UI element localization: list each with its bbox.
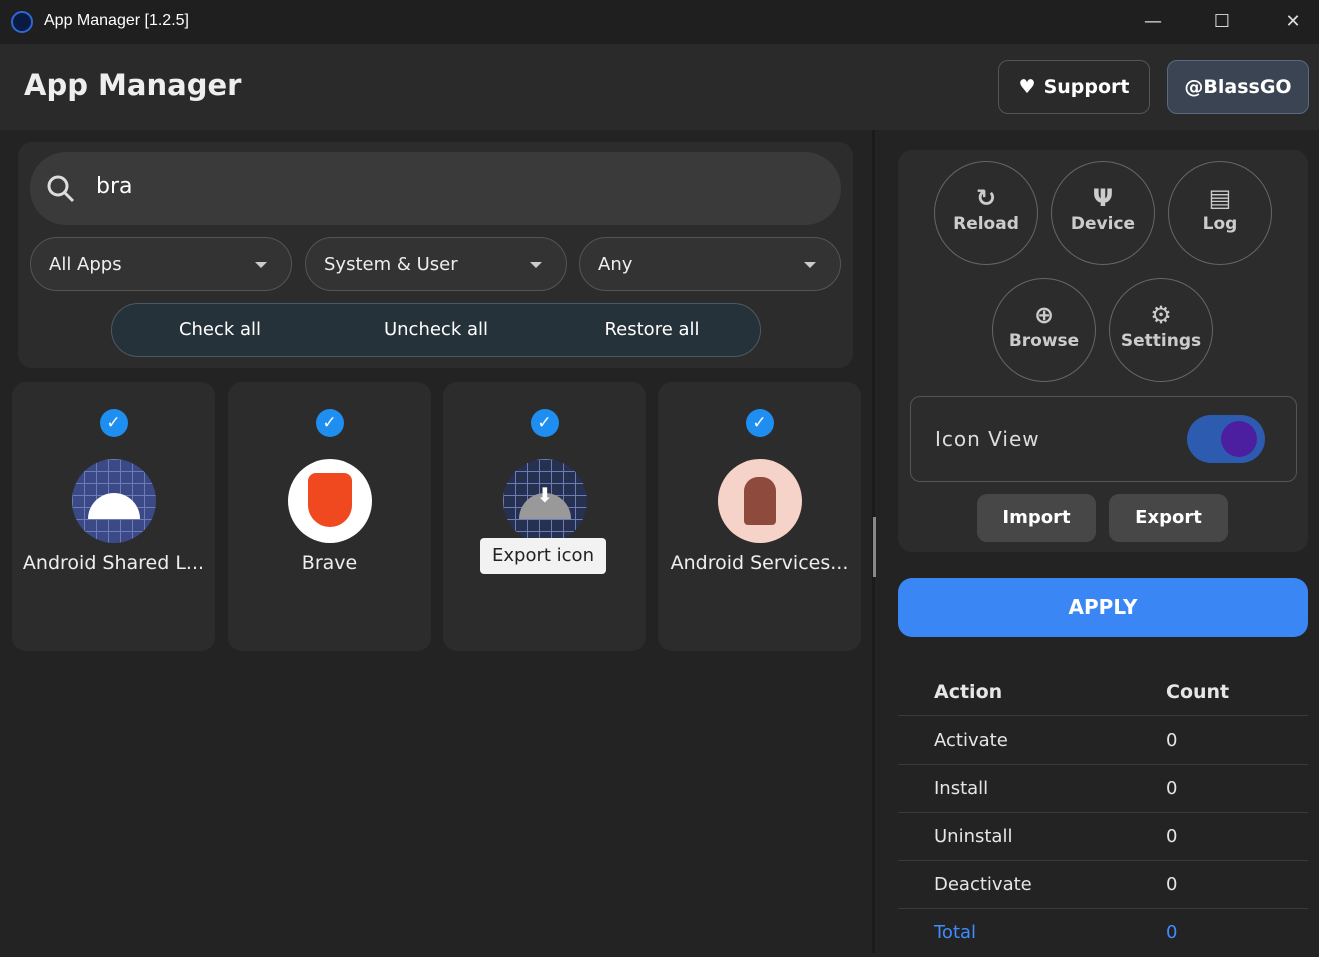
- dropdown-value: System & User: [324, 254, 458, 275]
- filter-panel: bra All Apps System & User Any Check all…: [18, 142, 853, 368]
- checked-icon[interactable]: ✓: [99, 409, 128, 437]
- export-icon[interactable]: ⬇: [502, 459, 587, 543]
- restore-all-button[interactable]: Restore all: [544, 304, 760, 356]
- android-services-icon: [717, 459, 802, 543]
- checked-icon[interactable]: ✓: [315, 409, 344, 437]
- page-title: App Manager: [24, 68, 242, 102]
- action-header: Action: [934, 681, 1003, 703]
- total-label: Total: [934, 922, 977, 943]
- usb-icon: Ψ: [1092, 184, 1114, 212]
- table-row: Activate 0: [898, 717, 1308, 765]
- table-row: Install 0: [898, 765, 1308, 813]
- action-cell: Uninstall: [934, 826, 1013, 847]
- icon-view-label: Icon View: [935, 427, 1040, 451]
- settings-label: Settings: [1120, 331, 1202, 351]
- tooltip: Export icon: [480, 538, 606, 574]
- app-card[interactable]: ✓ Android Shared L...: [12, 382, 215, 651]
- tools-panel: ↻ Reload Ψ Device ▤ Log ⊕ Browse ⚙ Settings I…: [898, 150, 1308, 552]
- total-count: 0: [1166, 922, 1178, 943]
- app-name: Android Services...: [670, 552, 849, 574]
- log-label: Log: [1202, 214, 1238, 234]
- settings-button[interactable]: ⚙ Settings: [1109, 278, 1213, 382]
- close-button[interactable]: ✕: [1278, 8, 1308, 36]
- app-type-dropdown[interactable]: All Apps: [30, 237, 292, 291]
- app-logo-icon: [11, 11, 33, 33]
- icon-view-setting: Icon View: [910, 396, 1297, 482]
- dropdown-value: All Apps: [49, 254, 122, 275]
- icon-view-toggle[interactable]: [1187, 415, 1265, 463]
- maximize-button[interactable]: ☐: [1207, 8, 1237, 36]
- search-icon: [47, 175, 75, 203]
- count-cell: 0: [1166, 874, 1178, 895]
- browse-label: Browse: [1008, 331, 1080, 351]
- apply-button[interactable]: APPLY: [898, 578, 1308, 637]
- reload-label: Reload: [953, 214, 1019, 234]
- app-header: App Manager ♥ Support @BlassGO: [0, 44, 1319, 130]
- count-header: Count: [1166, 681, 1230, 703]
- device-label: Device: [1070, 214, 1136, 234]
- uncheck-all-button[interactable]: Uncheck all: [328, 304, 544, 356]
- log-icon: ▤: [1208, 184, 1232, 212]
- user-button[interactable]: @BlassGO: [1167, 60, 1309, 114]
- android-app-icon: [71, 459, 156, 543]
- count-cell: 0: [1166, 778, 1178, 799]
- app-name: Brave: [301, 552, 358, 574]
- action-cell: Activate: [934, 730, 1008, 751]
- reload-icon: ↻: [975, 184, 997, 212]
- chevron-down-icon: [530, 262, 542, 268]
- plus-circle-icon: ⊕: [1033, 301, 1055, 329]
- app-name: Android Shared L...: [22, 552, 205, 574]
- chevron-down-icon: [255, 262, 267, 268]
- reload-button[interactable]: ↻ Reload: [934, 161, 1038, 265]
- checked-icon[interactable]: ✓: [530, 409, 559, 437]
- log-button[interactable]: ▤ Log: [1168, 161, 1272, 265]
- export-button[interactable]: Export: [1109, 494, 1228, 542]
- app-card[interactable]: ✓ ⬇: [443, 382, 646, 651]
- window-title: App Manager [1.2.5]: [44, 12, 189, 29]
- count-cell: 0: [1166, 730, 1178, 751]
- support-label: Support: [1043, 76, 1130, 98]
- heart-icon: ♥: [1018, 76, 1036, 98]
- summary-header: Action Count: [898, 668, 1308, 716]
- import-button[interactable]: Import: [977, 494, 1096, 542]
- device-button[interactable]: Ψ Device: [1051, 161, 1155, 265]
- count-cell: 0: [1166, 826, 1178, 847]
- browse-button[interactable]: ⊕ Browse: [992, 278, 1096, 382]
- title-bar: App Manager [1.2.5] — ☐ ✕: [0, 0, 1319, 44]
- scrollbar[interactable]: [873, 517, 876, 577]
- support-button[interactable]: ♥ Support: [998, 60, 1150, 114]
- state-dropdown[interactable]: Any: [579, 237, 841, 291]
- action-cell: Install: [934, 778, 989, 799]
- check-all-button[interactable]: Check all: [112, 304, 328, 356]
- minimize-button[interactable]: —: [1138, 8, 1168, 36]
- bulk-actions: Check all Uncheck all Restore all: [111, 303, 761, 357]
- chevron-down-icon: [804, 262, 816, 268]
- app-card[interactable]: ✓ Brave: [228, 382, 431, 651]
- action-cell: Deactivate: [934, 874, 1032, 895]
- gear-icon: ⚙: [1150, 301, 1172, 329]
- dropdown-value: Any: [598, 254, 633, 275]
- table-row: Uninstall 0: [898, 813, 1308, 861]
- scope-dropdown[interactable]: System & User: [305, 237, 567, 291]
- checked-icon[interactable]: ✓: [745, 409, 774, 437]
- search-input[interactable]: bra: [30, 152, 841, 225]
- table-row: Deactivate 0: [898, 861, 1308, 909]
- total-row: Total 0: [898, 909, 1308, 957]
- search-value: bra: [96, 174, 133, 199]
- brave-lion-icon: [287, 459, 372, 543]
- app-card[interactable]: ✓ Android Services...: [658, 382, 861, 651]
